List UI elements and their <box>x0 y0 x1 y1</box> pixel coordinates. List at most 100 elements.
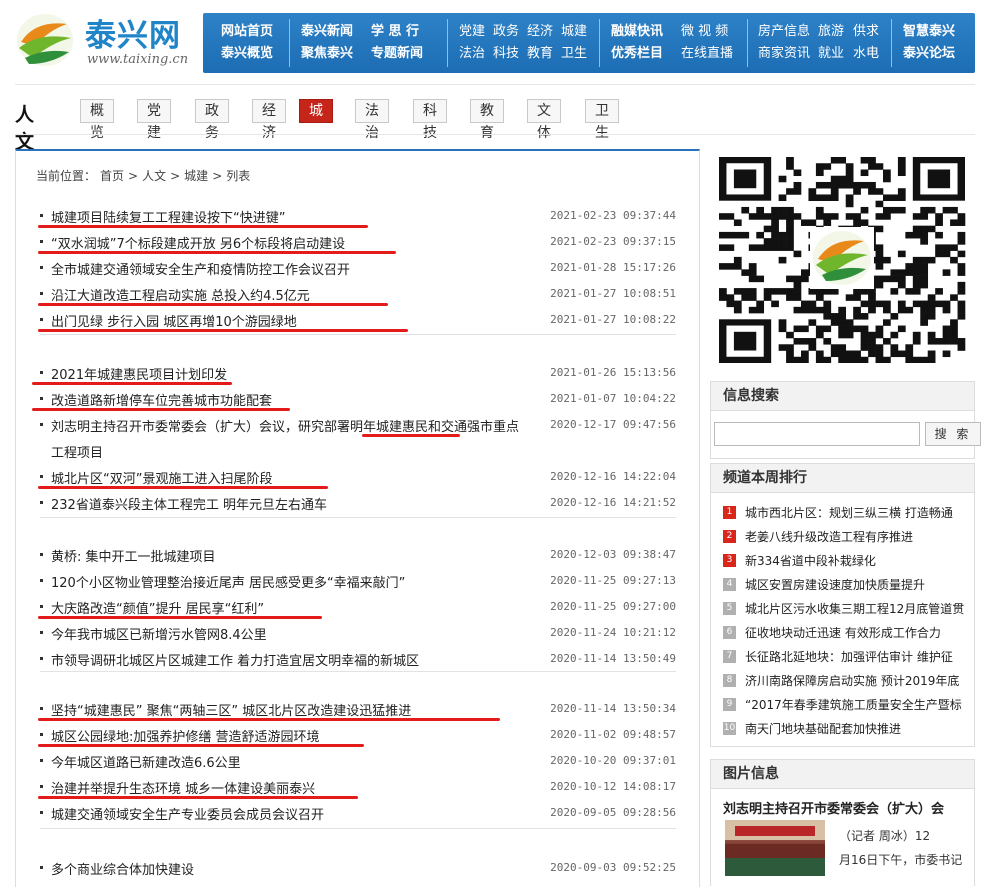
ranking-item[interactable]: 10 南天门地块基础配套加快推进 <box>723 716 973 740</box>
news-title-continued[interactable]: 工程项目 <box>51 442 103 461</box>
news-item[interactable]: 改造道路新增停车位完善城市功能配套 2021-01-07 10:04:22 <box>32 387 676 413</box>
news-item[interactable]: 坚持“城建惠民” 聚焦“两轴三区” 城区北片区改造建设迅猛推进 2020-11-1… <box>38 697 676 723</box>
tab-7[interactable]: 科技 <box>413 99 447 141</box>
news-title[interactable]: 刘志明主持召开市委常委会（扩大）会议，研究部署明年城建惠民和交通强市重点 <box>51 416 519 435</box>
breadcrumb-item[interactable]: 首页 <box>100 169 124 183</box>
news-title[interactable]: 全市城建交通领域安全生产和疫情防控工作会议召开 <box>51 259 350 278</box>
search-input[interactable] <box>714 422 920 446</box>
ranking-item[interactable]: 6 征收地块动迁迅速 有效形成工作合力 <box>723 620 973 644</box>
search-button[interactable]: 搜 索 <box>925 422 981 446</box>
news-item[interactable]: 治建并举提升生态环境 城乡一体建设美丽泰兴 2020-10-12 14:08:17 <box>38 775 676 801</box>
picture-thumbnail[interactable] <box>725 820 825 876</box>
news-item[interactable]: 232省道泰兴段主体工程完工 明年元旦左右通车 2020-12-16 14:21:… <box>40 491 676 517</box>
news-title[interactable]: 今年城区道路已新建改造6.6公里 <box>51 752 241 771</box>
news-item[interactable]: 大庆路改造“颜值”提升 居民享“红利” 2020-11-25 09:27:00 <box>38 595 676 621</box>
news-item[interactable]: 城建交通领域安全生产专业委员会成员会议召开 2020-09-05 09:28:56 <box>40 801 676 827</box>
news-title[interactable]: 120个小区物业管理整治接近尾声 居民感受更多“幸福来敲门” <box>51 572 405 591</box>
nav-item[interactable]: 专题新闻 <box>371 43 423 65</box>
ranking-item[interactable]: 5 城北片区污水收集三期工程12月底管道贯 <box>723 596 973 620</box>
nav-item[interactable]: 经济 <box>527 21 553 43</box>
nav-item[interactable]: 政务 <box>493 21 519 43</box>
nav-item[interactable]: 网站首页 <box>221 21 273 43</box>
ranking-text[interactable]: 城北片区污水收集三期工程12月底管道贯 <box>745 600 964 617</box>
nav-item[interactable]: 城建 <box>561 21 587 43</box>
ranking-item[interactable]: 7 长征路北延地块：加强评估审计 维护征 <box>723 644 973 668</box>
tab-1[interactable]: 概览 <box>80 99 114 141</box>
tab-10[interactable]: 卫生 <box>585 99 619 141</box>
news-item[interactable]: 城建项目陆续复工工程建设按下“快进键” 2021-02-23 09:37:44 <box>38 204 676 230</box>
nav-item[interactable]: 法治 <box>459 43 485 65</box>
nav-item[interactable]: 泰兴新闻 <box>301 21 353 43</box>
news-item[interactable]: 出门见绿 步行入园 城区再增10个游园绿地 2021-01-27 10:08:22 <box>38 308 676 334</box>
news-title[interactable]: 城建项目陆续复工工程建设按下“快进键” <box>51 207 285 226</box>
news-title[interactable]: 2021年城建惠民项目计划印发 <box>51 364 227 383</box>
tab-4[interactable]: 经济 <box>252 99 286 141</box>
nav-item[interactable]: 水电 <box>853 43 879 65</box>
news-title[interactable]: 治建并举提升生态环境 城乡一体建设美丽泰兴 <box>51 778 315 797</box>
news-item[interactable]: 2021年城建惠民项目计划印发 2021-01-26 15:13:56 <box>32 361 676 387</box>
news-title[interactable]: 出门见绿 步行入园 城区再增10个游园绿地 <box>51 311 297 330</box>
nav-item[interactable]: 融媒快讯 <box>611 21 663 43</box>
ranking-item[interactable]: 1 城市西北片区：规划三纵三横 打造畅通 <box>723 500 973 524</box>
news-item[interactable]: 今年城区道路已新建改造6.6公里 2020-10-20 09:37:01 <box>40 749 676 775</box>
nav-item[interactable]: 商家资讯 <box>758 43 810 65</box>
ranking-item[interactable]: 3 新334省道中段补栽绿化 <box>723 548 973 572</box>
news-title[interactable]: 今年我市城区已新增污水管网8.4公里 <box>51 624 267 643</box>
ranking-text[interactable]: “2017年春季建筑施工质量安全生产暨标 <box>745 696 962 713</box>
news-item[interactable]: 刘志明主持召开市委常委会（扩大）会议，研究部署明年城建惠民和交通强市重点 2020… <box>40 413 676 461</box>
news-item[interactable]: 120个小区物业管理整治接近尾声 居民感受更多“幸福来敲门” 2020-11-25… <box>40 569 676 595</box>
nav-item[interactable]: 就业 <box>818 43 844 65</box>
news-item[interactable]: “双水润城”7个标段建成开放 另6个标段将启动建设 2021-02-23 09:3… <box>38 230 676 256</box>
ranking-item[interactable]: 2 老姜八线升级改造工程有序推进 <box>723 524 973 548</box>
news-title[interactable]: 大庆路改造“颜值”提升 居民享“红利” <box>51 598 264 617</box>
site-logo[interactable]: 泰兴网 www.taixing.cn <box>15 8 195 72</box>
nav-item[interactable]: 微 视 频 <box>681 21 728 43</box>
nav-item[interactable]: 优秀栏目 <box>611 43 663 65</box>
breadcrumb-item[interactable]: 城建 <box>184 169 208 183</box>
nav-item[interactable]: 泰兴概览 <box>221 43 273 65</box>
news-title[interactable]: “双水润城”7个标段建成开放 另6个标段将启动建设 <box>51 233 345 252</box>
picture-headline[interactable]: 刘志明主持召开市委常委会（扩大）会 <box>723 798 944 817</box>
breadcrumb-item[interactable]: 列表 <box>226 169 250 183</box>
tab-9[interactable]: 文体 <box>527 99 561 141</box>
news-item[interactable]: 城北片区“双河”景观施工进入扫尾阶段 2020-12-16 14:22:04 <box>38 465 676 491</box>
news-title[interactable]: 城区公园绿地:加强养护修缮 营造舒适游园环境 <box>51 726 320 745</box>
news-item[interactable]: 城区公园绿地:加强养护修缮 营造舒适游园环境 2020-11-02 09:48:5… <box>38 723 676 749</box>
nav-item[interactable]: 泰兴论坛 <box>903 43 955 65</box>
nav-item[interactable]: 智慧泰兴 <box>903 21 955 43</box>
nav-item[interactable]: 旅游 <box>818 21 844 43</box>
news-title[interactable]: 坚持“城建惠民” 聚焦“两轴三区” 城区北片区改造建设迅猛推进 <box>51 700 411 719</box>
news-item[interactable]: 沿江大道改造工程启动实施 总投入约4.5亿元 2021-01-27 10:08:5… <box>38 282 676 308</box>
ranking-item[interactable]: 9 “2017年春季建筑施工质量安全生产暨标 <box>723 692 973 716</box>
nav-item[interactable]: 卫生 <box>561 43 587 65</box>
news-title[interactable]: 黄桥: 集中开工一批城建项目 <box>51 546 216 565</box>
news-title[interactable]: 城北片区“双河”景观施工进入扫尾阶段 <box>51 468 272 487</box>
tab-6[interactable]: 法治 <box>355 99 389 141</box>
news-title[interactable]: 232省道泰兴段主体工程完工 明年元旦左右通车 <box>51 494 327 513</box>
nav-item[interactable]: 供求 <box>853 21 879 43</box>
news-title[interactable]: 市领导调研北城区片区城建工作 着力打造宜居文明幸福的新城区 <box>51 650 419 669</box>
news-item[interactable]: 今年我市城区已新增污水管网8.4公里 2020-11-24 10:21:12 <box>40 621 676 647</box>
tab-8[interactable]: 教育 <box>470 99 504 141</box>
ranking-text[interactable]: 城区安置房建设速度加快质量提升 <box>745 576 925 593</box>
nav-item[interactable]: 在线直播 <box>681 43 733 65</box>
nav-item[interactable]: 学 思 行 <box>371 21 419 43</box>
nav-item[interactable]: 房产信息 <box>758 21 810 43</box>
news-item[interactable]: 黄桥: 集中开工一批城建项目 2020-12-03 09:38:47 <box>40 543 676 569</box>
breadcrumb-item[interactable]: 人文 <box>142 169 166 183</box>
news-title[interactable]: 改造道路新增停车位完善城市功能配套 <box>51 390 272 409</box>
news-item[interactable]: 全市城建交通领域安全生产和疫情防控工作会议召开 2021-01-28 15:17:… <box>40 256 676 282</box>
nav-item[interactable]: 科技 <box>493 43 519 65</box>
ranking-text[interactable]: 济川南路保障房启动实施 预计2019年底 <box>745 672 959 689</box>
ranking-item[interactable]: 8 济川南路保障房启动实施 预计2019年底 <box>723 668 973 692</box>
ranking-text[interactable]: 南天门地块基础配套加快推进 <box>745 720 901 737</box>
ranking-text[interactable]: 长征路北延地块：加强评估审计 维护征 <box>745 648 953 665</box>
ranking-item[interactable]: 4 城区安置房建设速度加快质量提升 <box>723 572 973 596</box>
nav-item[interactable]: 教育 <box>527 43 553 65</box>
tab-5[interactable]: 城建 <box>299 99 333 141</box>
news-item[interactable]: 市领导调研北城区片区城建工作 着力打造宜居文明幸福的新城区 2020-11-14 … <box>40 647 676 673</box>
news-title[interactable]: 多个商业综合体加快建设 <box>51 859 194 878</box>
news-title[interactable]: 沿江大道改造工程启动实施 总投入约4.5亿元 <box>51 285 310 304</box>
nav-item[interactable]: 党建 <box>459 21 485 43</box>
news-item[interactable]: 多个商业综合体加快建设 2020-09-03 09:52:25 <box>40 856 676 882</box>
